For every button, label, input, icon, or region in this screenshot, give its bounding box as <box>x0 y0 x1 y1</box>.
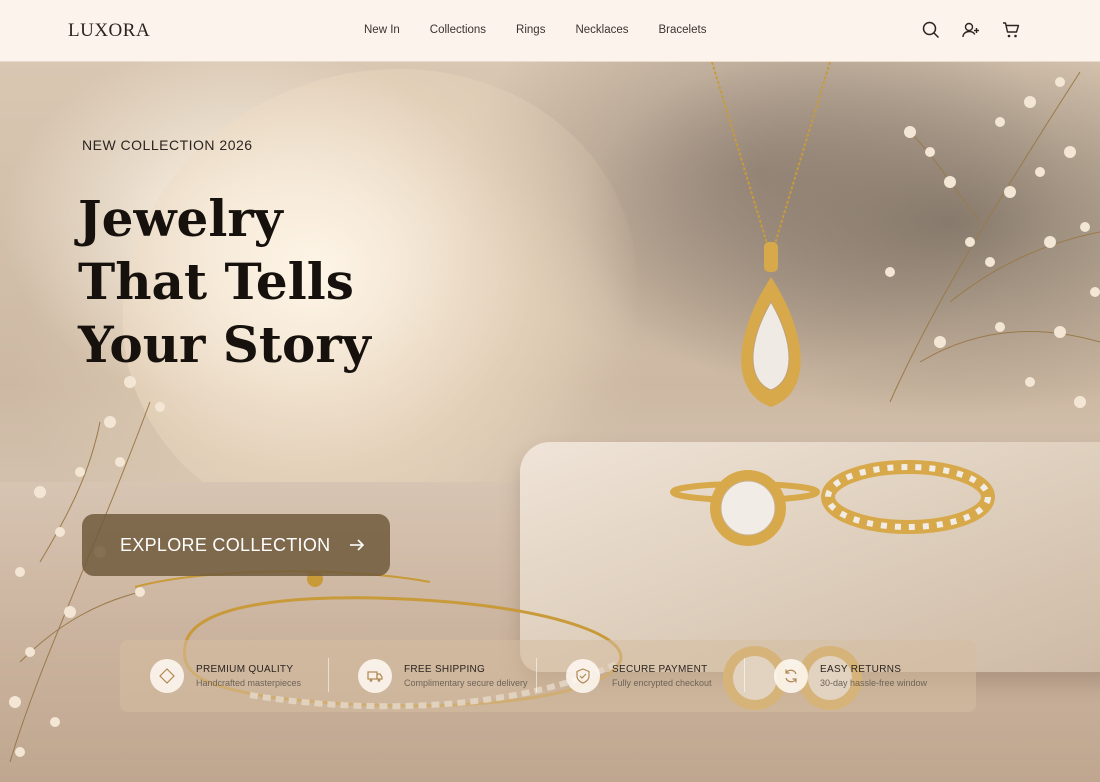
headline-line-3: Your Story <box>78 315 371 374</box>
diamond-icon <box>150 659 184 693</box>
add-user-icon[interactable] <box>962 21 980 39</box>
cart-icon[interactable] <box>1002 21 1020 39</box>
main-nav: New In Collections Rings Necklaces Brace… <box>364 24 706 36</box>
refresh-icon <box>774 659 808 693</box>
feature-subtitle: Handcrafted masterpieces <box>196 678 302 688</box>
nav-necklaces[interactable]: Necklaces <box>575 24 628 36</box>
features-bar: PREMIUM QUALITY Handcrafted masterpieces… <box>120 640 976 712</box>
feature-secure-payment: SECURE PAYMENT Fully encrypted checkout <box>536 640 744 712</box>
hero-headline: Jewelry That Tells Your Story <box>78 187 438 376</box>
nav-rings[interactable]: Rings <box>516 24 545 36</box>
feature-title: SECURE PAYMENT <box>612 664 708 675</box>
eternity-band-ring <box>821 460 995 534</box>
nav-collections[interactable]: Collections <box>430 24 486 36</box>
pendant-necklace <box>711 62 831 407</box>
hero-section: NEW COLLECTION 2026 Jewelry That Tells Y… <box>0 62 1100 782</box>
brand-logo[interactable]: LUXORA <box>68 20 150 42</box>
headline-line-2: That Tells <box>78 252 354 311</box>
feature-easy-returns: EASY RETURNS 30-day hassle-free window <box>744 640 952 712</box>
feature-title: PREMIUM QUALITY <box>196 664 294 675</box>
feature-premium-quality: PREMIUM QUALITY Handcrafted masterpieces <box>120 640 328 712</box>
headline-line-1: Jewelry <box>78 189 283 248</box>
baby-breath-flowers-right <box>885 71 1100 408</box>
explore-collection-button[interactable]: EXPLORE COLLECTION <box>82 514 390 576</box>
site-header: LUXORA New In Collections Rings Necklace… <box>0 0 1100 62</box>
arrow-right-icon <box>348 536 366 554</box>
feature-title: EASY RETURNS <box>820 664 902 675</box>
feature-subtitle: Complimentary secure delivery <box>404 678 528 688</box>
feature-free-shipping: FREE SHIPPING Complimentary secure deliv… <box>328 640 536 712</box>
feature-subtitle: 30-day hassle-free window <box>820 678 928 688</box>
truck-icon <box>358 659 392 693</box>
search-icon[interactable] <box>922 21 940 39</box>
shield-icon <box>566 659 600 693</box>
cta-label: EXPLORE COLLECTION <box>120 534 331 555</box>
hero-eyebrow: NEW COLLECTION 2026 <box>82 137 253 153</box>
feature-title: FREE SHIPPING <box>404 664 486 675</box>
header-actions <box>922 21 1020 39</box>
nav-bracelets[interactable]: Bracelets <box>659 24 707 36</box>
feature-subtitle: Fully encrypted checkout <box>612 678 712 688</box>
nav-new-in[interactable]: New In <box>364 24 400 36</box>
halo-diamond-ring <box>670 470 820 546</box>
